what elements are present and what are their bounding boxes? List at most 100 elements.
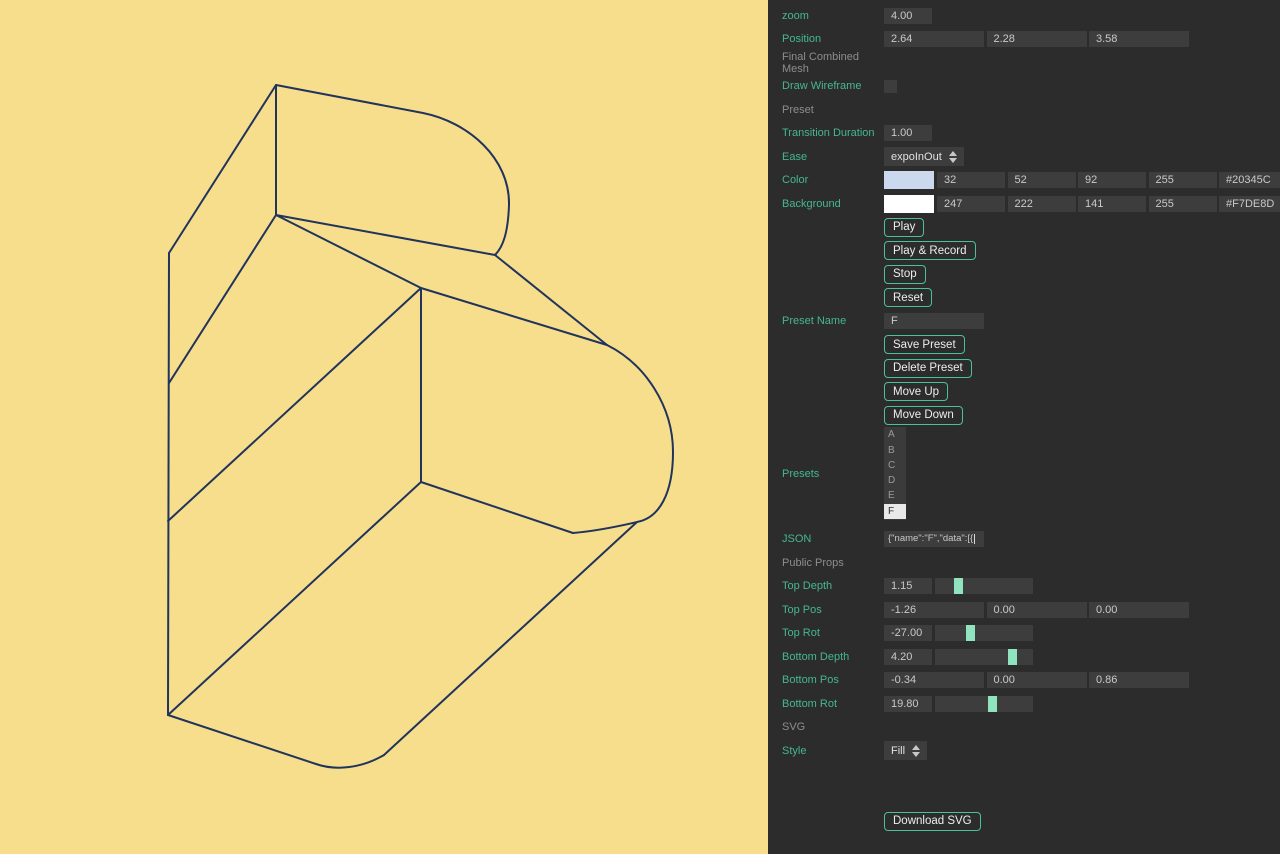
presets-listbox[interactable]: ABCDEFAB [884,427,906,520]
section-public-props: Public Props [768,551,1280,575]
color-label: Color [782,174,884,186]
preset-option-F[interactable]: F [884,504,906,519]
bottom-depth-label: Bottom Depth [782,651,884,663]
download-svg-button[interactable]: Download SVG [884,812,981,831]
color-a-input[interactable]: 255 [1149,172,1217,188]
preset-option-D[interactable]: D [884,473,906,488]
json-input[interactable]: {"name":"F","data":[{ [884,531,984,547]
stop-button[interactable]: Stop [884,265,926,284]
preset-option-E[interactable]: E [884,488,906,503]
play-record-button[interactable]: Play & Record [884,241,976,260]
text-caret [974,534,975,544]
preset-name-label: Preset Name [782,315,884,327]
select-stepper-icon [949,151,957,163]
color-swatch[interactable] [884,171,934,189]
top-depth-input[interactable]: 1.15 [884,578,932,594]
row-background: Background 247 222 141 255 #F7DE8D [768,192,1280,216]
transition-duration-input[interactable]: 1.00 [884,125,932,141]
bottom-rot-slider-handle[interactable] [988,696,997,712]
row-bottom-depth: Bottom Depth 4.20 [768,645,1280,669]
draw-wireframe-checkbox[interactable] [884,80,897,93]
delete-preset-button[interactable]: Delete Preset [884,359,972,378]
color-r-input[interactable]: 32 [937,172,1005,188]
color-hex-input[interactable]: #20345C [1219,172,1280,188]
top-pos-y-input[interactable]: 0.00 [987,602,1087,618]
json-value: {"name":"F","data":[{ [888,531,973,547]
section-svg: SVG [768,716,1280,740]
preset-option-A[interactable]: A [884,427,906,442]
ease-label: Ease [782,151,884,163]
json-label: JSON [782,533,884,545]
top-rot-label: Top Rot [782,627,884,639]
move-up-button[interactable]: Move Up [884,382,948,401]
background-a-input[interactable]: 255 [1149,196,1217,212]
ease-select-value: expoInOut [891,151,942,163]
top-pos-label: Top Pos [782,604,884,616]
zoom-input[interactable]: 4.00 [884,8,932,24]
position-z-input[interactable]: 3.58 [1089,31,1189,47]
top-pos-z-input[interactable]: 0.00 [1089,602,1189,618]
preset-section-label: Preset [782,104,884,116]
control-panel: zoom 4.00 Position 2.64 2.28 3.58 Final … [768,0,1280,854]
row-top-pos: Top Pos -1.26 0.00 0.00 [768,598,1280,622]
preset-name-input[interactable]: F [884,313,984,329]
row-bottom-rot: Bottom Rot 19.80 [768,692,1280,716]
preset-option-C[interactable]: C [884,458,906,473]
top-depth-slider[interactable] [935,578,1033,594]
position-x-input[interactable]: 2.64 [884,31,984,47]
style-select[interactable]: Fill [884,741,927,760]
top-rot-slider-handle[interactable] [966,625,975,641]
style-label: Style [782,745,884,757]
bottom-depth-slider[interactable] [935,649,1033,665]
row-bottom-pos: Bottom Pos -0.34 0.00 0.86 [768,669,1280,693]
bottom-rot-input[interactable]: 19.80 [884,696,932,712]
play-button[interactable]: Play [884,218,924,237]
top-rot-input[interactable]: -27.00 [884,625,932,641]
row-style: Style Fill [768,739,1280,763]
row-color: Color 32 52 92 255 #20345C [768,169,1280,193]
color-b-input[interactable]: 92 [1078,172,1146,188]
row-draw-wireframe: Draw Wireframe [768,75,1280,99]
bottom-depth-slider-handle[interactable] [1008,649,1017,665]
top-depth-slider-handle[interactable] [954,578,963,594]
top-rot-slider[interactable] [935,625,1033,641]
bottom-rot-label: Bottom Rot [782,698,884,710]
bottom-pos-z-input[interactable]: 0.86 [1089,672,1189,688]
preset-option-B[interactable]: B [884,443,906,458]
draw-wireframe-label: Draw Wireframe [782,80,884,92]
section-final-combined-mesh: Final Combined Mesh [768,51,1280,75]
top-pos-x-input[interactable]: -1.26 [884,602,984,618]
move-down-button[interactable]: Move Down [884,406,963,425]
row-json: JSON {"name":"F","data":[{ [768,528,1280,552]
svg-section-label: SVG [782,721,884,733]
bottom-rot-slider[interactable] [935,696,1033,712]
presets-label: Presets [782,468,884,480]
bottom-pos-y-input[interactable]: 0.00 [987,672,1087,688]
render-canvas[interactable] [0,0,768,854]
bottom-pos-x-input[interactable]: -0.34 [884,672,984,688]
background-label: Background [782,198,884,210]
background-g-input[interactable]: 222 [1008,196,1076,212]
row-top-depth: Top Depth 1.15 [768,575,1280,599]
row-position: Position 2.64 2.28 3.58 [768,28,1280,52]
select-stepper-icon [912,745,920,757]
row-zoom: zoom 4.00 [768,4,1280,28]
position-y-input[interactable]: 2.28 [987,31,1087,47]
background-hex-input[interactable]: #F7DE8D [1219,196,1280,212]
bottom-depth-input[interactable]: 4.20 [884,649,932,665]
color-g-input[interactable]: 52 [1008,172,1076,188]
row-top-rot: Top Rot -27.00 [768,622,1280,646]
background-swatch[interactable] [884,195,934,213]
preset-option-AB[interactable]: AB [884,519,906,520]
top-depth-label: Top Depth [782,580,884,592]
row-ease: Ease expoInOut [768,145,1280,169]
background-b-input[interactable]: 141 [1078,196,1146,212]
bottom-pos-label: Bottom Pos [782,674,884,686]
save-preset-button[interactable]: Save Preset [884,335,965,354]
row-transition-duration: Transition Duration 1.00 [768,122,1280,146]
section-preset: Preset [768,98,1280,122]
reset-button[interactable]: Reset [884,288,932,307]
ease-select[interactable]: expoInOut [884,147,964,166]
style-select-value: Fill [891,745,905,757]
background-r-input[interactable]: 247 [937,196,1005,212]
